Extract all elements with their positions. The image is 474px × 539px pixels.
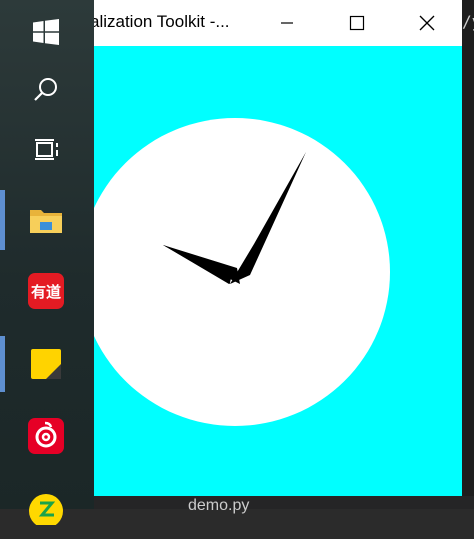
background-editor-edge — [462, 0, 474, 509]
file-explorer-button[interactable] — [0, 188, 94, 252]
start-button[interactable] — [0, 0, 94, 64]
minimize-icon — [280, 16, 294, 30]
title-bar[interactable]: alization Toolkit -... — [94, 0, 462, 46]
youdao-label: 有道 — [28, 273, 64, 309]
background-tab-label[interactable]: demo.py — [188, 498, 249, 514]
windows-logo-icon — [28, 14, 64, 50]
close-button[interactable] — [404, 0, 450, 46]
search-icon — [28, 72, 64, 108]
sticky-notes-icon — [28, 346, 64, 382]
search-button[interactable] — [0, 58, 94, 122]
youdao-button[interactable]: 有道 — [0, 259, 94, 323]
folder-icon — [28, 202, 64, 238]
task-view-button[interactable] — [0, 118, 94, 182]
sticky-notes-button[interactable] — [0, 332, 94, 396]
task-view-icon — [28, 132, 64, 168]
background-editor-tabbar — [94, 496, 474, 509]
netease-music-button[interactable] — [0, 404, 94, 468]
minimize-button[interactable] — [264, 0, 310, 46]
background-editor-text: /y — [462, 12, 474, 31]
maximize-button[interactable] — [334, 0, 380, 46]
app-icon — [28, 489, 64, 525]
vtk-window: alization Toolkit -... — [94, 0, 462, 496]
clock-scene — [94, 118, 390, 426]
render-view[interactable] — [94, 46, 462, 496]
netease-music-icon — [28, 418, 64, 454]
window-title: alization Toolkit -... — [94, 12, 230, 31]
youdao-icon: 有道 — [28, 273, 64, 309]
maximize-icon — [349, 15, 365, 31]
close-icon — [419, 15, 435, 31]
taskbar: 有道 — [0, 0, 94, 525]
app-button[interactable] — [0, 475, 94, 539]
